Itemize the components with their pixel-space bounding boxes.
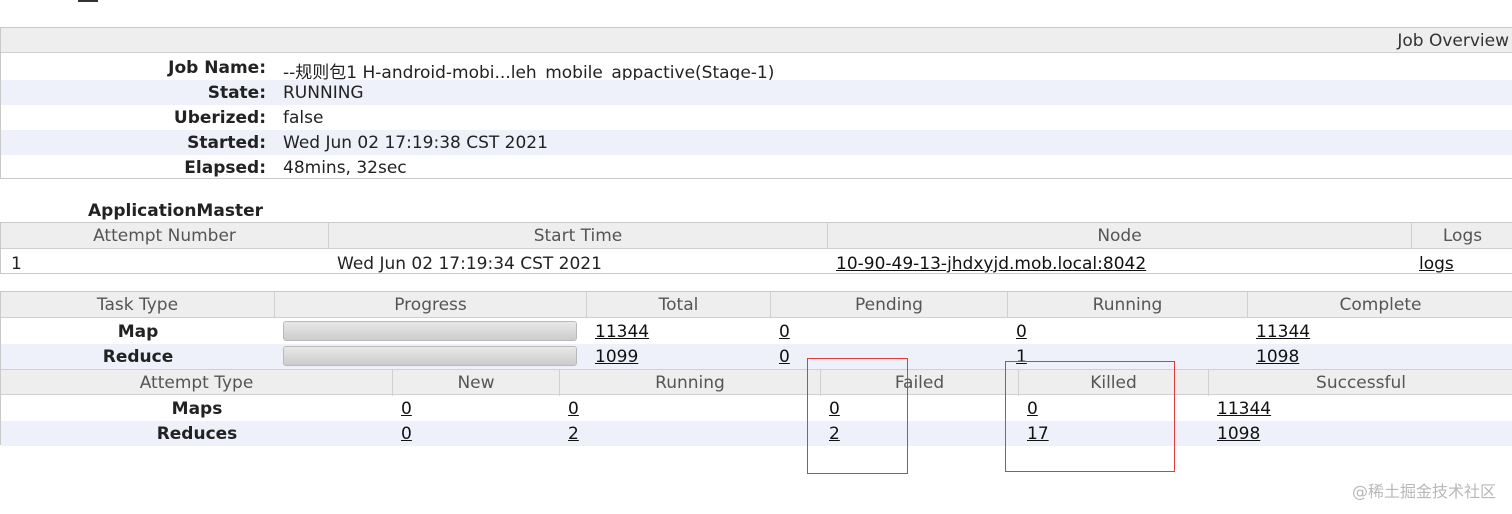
uberized-label: Uberized: bbox=[173, 108, 266, 128]
failed-highlight-box bbox=[807, 358, 908, 474]
task-row-reduce: Reduce 1099 0 1 1098 bbox=[1, 344, 1512, 369]
task-type-reduce: Reduce bbox=[102, 347, 174, 367]
started-row: Started: Wed Jun 02 17:19:38 CST 2021 bbox=[1, 130, 1512, 155]
am-col-start-time: Start Time bbox=[329, 223, 828, 249]
map-progress-bar bbox=[283, 321, 577, 341]
map-pending-link[interactable]: 0 bbox=[779, 322, 790, 342]
state-value: RUNNING bbox=[283, 83, 364, 103]
attempt-col-new: New bbox=[393, 370, 560, 396]
task-summary-table: Task Type Progress Total Pending Running… bbox=[0, 291, 1512, 446]
task-row-map: Map 11344 0 0 11344 bbox=[1, 319, 1512, 344]
am-col-node: Node bbox=[828, 223, 1412, 249]
am-logs-link[interactable]: logs bbox=[1419, 254, 1454, 274]
reduce-progress-bar bbox=[283, 346, 577, 366]
reduce-total-link[interactable]: 1099 bbox=[595, 347, 638, 367]
map-complete-link[interactable]: 11344 bbox=[1256, 322, 1310, 342]
started-label: Started: bbox=[187, 133, 266, 153]
attempt-col-type: Attempt Type bbox=[1, 370, 393, 396]
job-overview-header: Job Overview bbox=[1, 28, 1512, 53]
task-col-progress: Progress bbox=[275, 292, 587, 318]
reduces-successful-link[interactable]: 1098 bbox=[1217, 424, 1260, 444]
application-master-title: ApplicationMaster bbox=[88, 201, 263, 221]
top-edge-mark bbox=[78, 0, 98, 2]
am-start-time: Wed Jun 02 17:19:34 CST 2021 bbox=[337, 254, 602, 274]
am-header-row: Attempt Number Start Time Node Logs bbox=[1, 223, 1512, 249]
elapsed-label: Elapsed: bbox=[184, 158, 266, 178]
killed-highlight-box bbox=[1005, 361, 1175, 472]
state-row: State: RUNNING bbox=[1, 80, 1512, 105]
elapsed-value: 48mins, 32sec bbox=[283, 158, 407, 178]
attempt-col-successful: Successful bbox=[1316, 373, 1406, 393]
task-col-pending: Pending bbox=[771, 292, 1008, 318]
attempt-header-row: Attempt Type New Running Failed Killed S… bbox=[1, 369, 1512, 396]
am-col-attempt-number: Attempt Number bbox=[1, 223, 329, 249]
attempt-row-maps: Maps 0 0 0 0 11344 bbox=[1, 396, 1512, 421]
am-attempt-number: 1 bbox=[11, 254, 22, 274]
reduce-pending-link[interactable]: 0 bbox=[779, 347, 790, 367]
am-node-link[interactable]: 10-90-49-13-jhdxyjd.mob.local:8042 bbox=[836, 254, 1146, 274]
maps-new-link[interactable]: 0 bbox=[401, 399, 412, 419]
map-progress-fill bbox=[284, 322, 576, 340]
attempt-type-maps: Maps bbox=[171, 399, 223, 419]
started-value: Wed Jun 02 17:19:38 CST 2021 bbox=[283, 133, 548, 153]
task-header-row: Task Type Progress Total Pending Running… bbox=[1, 292, 1512, 318]
uberized-value: false bbox=[283, 108, 324, 128]
job-name-row: Job Name: --规则包1 H-android-mobi...leh_mo… bbox=[1, 55, 1512, 83]
reduces-running-link[interactable]: 2 bbox=[568, 424, 579, 444]
job-overview-panel: Job Overview Job Name: --规则包1 H-android-… bbox=[0, 27, 1512, 179]
task-col-running: Running bbox=[1008, 292, 1248, 318]
map-running-link[interactable]: 0 bbox=[1016, 322, 1027, 342]
task-col-total: Total bbox=[587, 292, 771, 318]
task-type-map: Map bbox=[117, 322, 159, 342]
job-overview-title: Job Overview bbox=[1397, 31, 1509, 51]
task-col-complete: Complete bbox=[1339, 295, 1422, 315]
reduce-progress-fill bbox=[284, 347, 576, 365]
job-name-label: Job Name: bbox=[168, 58, 266, 78]
state-label: State: bbox=[207, 83, 266, 103]
watermark: @稀土掘金技术社区 bbox=[1351, 482, 1496, 501]
elapsed-row: Elapsed: 48mins, 32sec bbox=[1, 155, 1512, 180]
attempt-col-running: Running bbox=[560, 370, 821, 396]
attempt-row-reduces: Reduces 0 2 2 17 1098 bbox=[1, 421, 1512, 446]
application-master-table: Attempt Number Start Time Node Logs 1 We… bbox=[0, 222, 1512, 274]
reduce-complete-link[interactable]: 1098 bbox=[1256, 347, 1299, 367]
uberized-row: Uberized: false bbox=[1, 105, 1512, 130]
maps-successful-link[interactable]: 11344 bbox=[1217, 399, 1271, 419]
attempt-type-reduces: Reduces bbox=[156, 424, 238, 444]
task-col-type: Task Type bbox=[1, 292, 275, 318]
am-col-logs: Logs bbox=[1442, 226, 1483, 246]
maps-running-link[interactable]: 0 bbox=[568, 399, 579, 419]
reduces-new-link[interactable]: 0 bbox=[401, 424, 412, 444]
map-total-link[interactable]: 11344 bbox=[595, 322, 649, 342]
